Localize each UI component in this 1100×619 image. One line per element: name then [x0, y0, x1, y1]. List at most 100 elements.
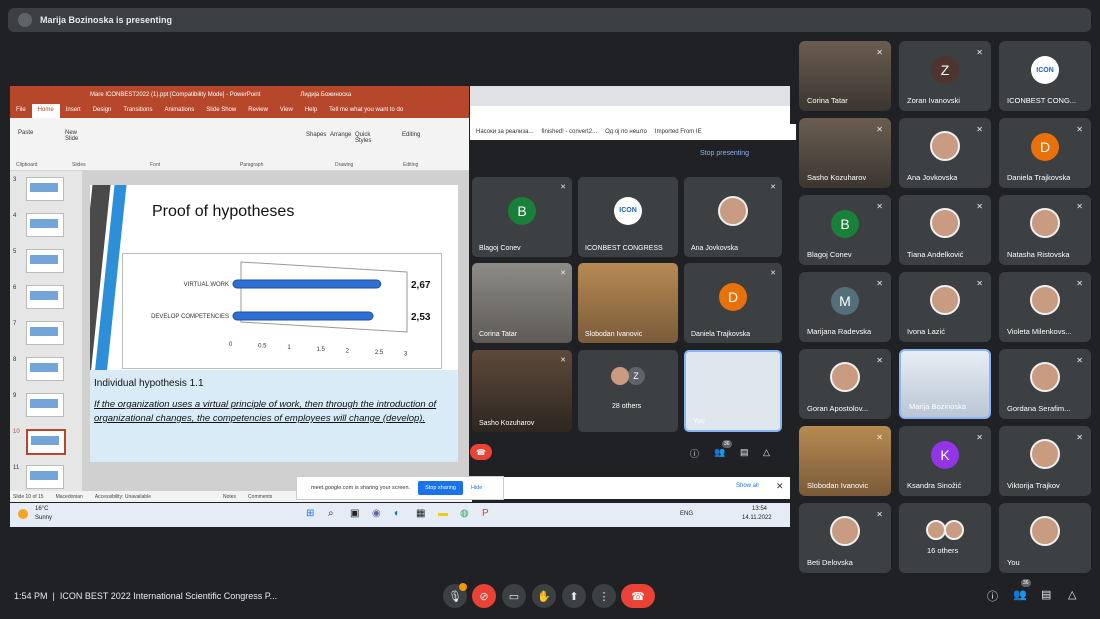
arrange-button[interactable]: Arrange: [330, 132, 351, 138]
paste-button[interactable]: Paste: [18, 130, 33, 136]
mic-off-icon: ✕: [560, 184, 566, 191]
participant-tile[interactable]: ✕ Ivona Lazić: [899, 272, 991, 342]
slide-thumbnail[interactable]: [26, 321, 64, 345]
chat-icon[interactable]: ▤: [1041, 588, 1051, 601]
slide-thumbnail[interactable]: [26, 465, 64, 489]
tab-design[interactable]: Design: [87, 104, 118, 118]
people-icon[interactable]: 👥: [1013, 588, 1027, 601]
participant-tile[interactable]: ✕ Slobodan Ivanovic: [799, 426, 891, 496]
participant-tile[interactable]: B ✕ Blagoj Conev: [799, 195, 891, 265]
inner-tile[interactable]: B ✕ Blagoj Conev: [472, 177, 572, 257]
tab-slideshow[interactable]: Slide Show: [200, 104, 242, 118]
participant-tile[interactable]: Z ✕ Zoran Ivanovski: [899, 41, 991, 111]
bookmark-item[interactable]: Од ој по нешто: [605, 129, 647, 135]
inner-tile[interactable]: ✕ Corina Tatar: [472, 263, 572, 343]
inner-tile[interactable]: ✕ Sasho Kozuharov: [472, 350, 572, 432]
slide-thumbnail[interactable]: [26, 249, 64, 273]
participant-tile[interactable]: ✕ Goran Apostolov...: [799, 349, 891, 419]
edge-icon[interactable]: ◐: [394, 508, 400, 519]
camera-toggle-button[interactable]: ⊘: [472, 584, 496, 608]
close-icon[interactable]: ✕: [776, 481, 784, 492]
slide-thumbnail[interactable]: [26, 213, 64, 237]
start-icon[interactable]: ⊞: [306, 508, 314, 519]
present-button[interactable]: ⬆: [562, 584, 586, 608]
inner-tile[interactable]: D ✕ Daniela Trajkovska: [684, 263, 782, 343]
folder-icon[interactable]: ▬: [438, 508, 448, 519]
tab-help[interactable]: Help: [299, 104, 323, 118]
inner-people-icon[interactable]: 👥: [714, 447, 725, 458]
tab-transitions[interactable]: Transitions: [117, 104, 158, 118]
participant-name: 28 others: [612, 403, 642, 410]
store-icon[interactable]: ▦: [416, 508, 425, 519]
participant-tile[interactable]: ✕ Viktorija Trajkov: [999, 426, 1091, 496]
participant-tile[interactable]: ✕ Tiana Andelković: [899, 195, 991, 265]
inner-tile[interactable]: Slobodan Ivanovic: [578, 263, 678, 343]
participant-name: Ana Jovkovska: [907, 173, 958, 182]
inner-tile-self[interactable]: You: [684, 350, 782, 432]
participant-tile[interactable]: K ✕ Ksandra Sinožić: [899, 426, 991, 496]
tab-animations[interactable]: Animations: [159, 104, 201, 118]
participant-tile[interactable]: ✕ Natasha Ristovska: [999, 195, 1091, 265]
notes-button[interactable]: Notes: [223, 494, 236, 500]
chart-bar: [232, 311, 374, 321]
accessibility[interactable]: Accessibility: Unavailable: [95, 494, 151, 500]
search-icon[interactable]: ⌕: [328, 508, 334, 519]
hide-button[interactable]: Hide: [471, 485, 482, 491]
tell-me-search[interactable]: Tell me what you want to do: [323, 104, 409, 118]
participant-tile[interactable]: ✕ Ana Jovkovska: [899, 118, 991, 188]
chrome-icon[interactable]: ◍: [460, 508, 469, 519]
slide-thumbnail[interactable]: [26, 177, 64, 201]
participant-tile[interactable]: ✕ Sasho Kozuharov: [799, 118, 891, 188]
tab-review[interactable]: Review: [242, 104, 274, 118]
bookmark-item[interactable]: Imported From IE: [655, 129, 702, 135]
quick-styles-button[interactable]: Quick Styles: [355, 132, 373, 144]
participant-tile[interactable]: M ✕ Marijana Radevska: [799, 272, 891, 342]
new-slide-button[interactable]: New Slide: [65, 130, 87, 142]
participant-tile[interactable]: ✕ Gordana Serafim...: [999, 349, 1091, 419]
editing-button[interactable]: Editing: [402, 132, 420, 138]
participant-tile[interactable]: ICON ICONBEST CONG...: [999, 41, 1091, 111]
clock-date[interactable]: 14.11.2022: [742, 515, 772, 521]
language: Macedonian: [55, 493, 83, 500]
inner-tile[interactable]: ✕ Ana Jovkovska: [684, 177, 782, 257]
slide-thumbnail[interactable]: [26, 393, 64, 417]
slide-thumbnail[interactable]: [26, 285, 64, 309]
raise-hand-button[interactable]: ✋: [532, 584, 556, 608]
slide-thumbnail-selected[interactable]: [26, 429, 66, 455]
participant-tile[interactable]: D ✕ Daniela Trajkovska: [999, 118, 1091, 188]
activities-icon[interactable]: △: [1068, 588, 1076, 601]
powerpoint-icon[interactable]: P: [482, 508, 489, 519]
tab-view[interactable]: View: [274, 104, 299, 118]
stop-presenting-button[interactable]: Stop presenting: [700, 150, 749, 157]
tab-home[interactable]: Home: [31, 104, 60, 118]
tab-insert[interactable]: Insert: [60, 104, 87, 118]
participant-tile[interactable]: ✕ Corina Tatar: [799, 41, 891, 111]
taskview-icon[interactable]: ▣: [350, 508, 359, 519]
input-language[interactable]: ENG: [680, 511, 693, 517]
shapes-button[interactable]: Shapes: [306, 132, 326, 138]
participant-tile[interactable]: ✕ Marija Bozinoska: [899, 349, 991, 419]
participant-tile[interactable]: 16 others: [899, 503, 991, 573]
clock-time[interactable]: 13:54: [752, 506, 767, 512]
leave-call-button[interactable]: ☎: [621, 584, 655, 608]
inner-info-icon[interactable]: ⓘ: [690, 447, 699, 460]
inner-hangup-button[interactable]: ☎: [470, 444, 492, 460]
participant-tile[interactable]: You: [999, 503, 1091, 573]
inner-chat-icon[interactable]: ▤: [740, 447, 749, 458]
stop-sharing-button[interactable]: Stop sharing: [418, 481, 463, 495]
participant-tile[interactable]: ✕ Beti Delovska: [799, 503, 891, 573]
participant-tile[interactable]: ✕ Violeta Milenkovs...: [999, 272, 1091, 342]
inner-tile[interactable]: ICON ICONBEST CONGRESS: [578, 177, 678, 257]
inner-tile[interactable]: Z 28 others: [578, 350, 678, 432]
captions-button[interactable]: ▭: [502, 584, 526, 608]
tab-file[interactable]: File: [10, 104, 32, 118]
chat-icon[interactable]: ◉: [372, 508, 381, 519]
bookmark-item[interactable]: finished! - convert2...: [541, 129, 597, 135]
bookmark-item[interactable]: Насоки за реализа...: [476, 129, 533, 135]
show-all-button[interactable]: Show all: [736, 483, 759, 489]
more-options-button[interactable]: ⋮: [592, 584, 616, 608]
info-icon[interactable]: ⓘ: [987, 588, 998, 604]
inner-activities-icon[interactable]: △: [763, 447, 770, 458]
slide-thumbnail[interactable]: [26, 357, 64, 381]
comments-button[interactable]: Comments: [248, 494, 272, 500]
